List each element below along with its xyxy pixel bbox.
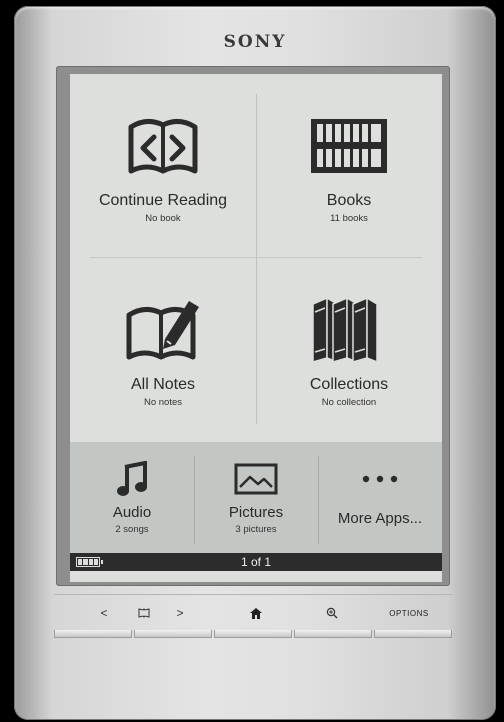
status-bar: 1 of 1 bbox=[70, 553, 442, 571]
tile-continue-reading[interactable]: Continue Reading No book bbox=[70, 74, 256, 258]
tile-all-notes[interactable]: All Notes No notes bbox=[70, 258, 256, 442]
zoom-icon bbox=[326, 607, 338, 619]
app-label: More Apps... bbox=[337, 510, 423, 527]
tile-sublabel: 11 books bbox=[330, 213, 368, 224]
app-label: Pictures bbox=[228, 504, 284, 521]
app-label: Audio bbox=[112, 504, 152, 521]
prev-page-button[interactable]: < bbox=[96, 603, 112, 623]
tile-label: Continue Reading bbox=[98, 192, 228, 209]
options-button[interactable]: OPTIONS bbox=[384, 603, 434, 623]
open-book-arrows-icon bbox=[121, 110, 205, 180]
picture-icon bbox=[234, 460, 278, 498]
standing-books-icon bbox=[307, 294, 391, 364]
home-button[interactable] bbox=[246, 603, 266, 623]
app-pictures[interactable]: Pictures 3 pictures bbox=[194, 442, 318, 553]
tile-label: All Notes bbox=[130, 376, 196, 393]
tile-sublabel: No collection bbox=[321, 397, 377, 408]
app-more-apps[interactable]: More Apps... bbox=[318, 442, 442, 553]
home-screen: Continue Reading No book Books 11 books … bbox=[70, 74, 442, 582]
next-page-button[interactable]: > bbox=[172, 603, 188, 623]
key-edge bbox=[374, 630, 452, 638]
key-edge bbox=[134, 630, 212, 638]
page-indicator: 1 of 1 bbox=[240, 555, 272, 569]
home-icon bbox=[250, 607, 262, 619]
app-sublabel: 3 pictures bbox=[235, 524, 277, 535]
hardware-keys bbox=[54, 630, 452, 640]
tile-sublabel: No book bbox=[145, 213, 181, 224]
apps-row: Audio 2 songs Pictures 3 pictures More A… bbox=[70, 442, 442, 553]
app-audio[interactable]: Audio 2 songs bbox=[70, 442, 194, 553]
tile-collections[interactable]: Collections No collection bbox=[256, 258, 442, 442]
tile-books[interactable]: Books 11 books bbox=[256, 74, 442, 258]
bookmark-button[interactable] bbox=[134, 603, 154, 623]
key-edge bbox=[214, 630, 292, 638]
zoom-button[interactable] bbox=[322, 603, 342, 623]
bookmark-icon bbox=[138, 608, 150, 618]
bookshelf-icon bbox=[307, 110, 391, 180]
more-dots-icon bbox=[360, 460, 400, 498]
home-grid: Continue Reading No book Books 11 books … bbox=[70, 74, 442, 442]
tile-label: Books bbox=[326, 192, 372, 209]
app-sublabel: 2 songs bbox=[115, 524, 149, 535]
brand-logo: SONY bbox=[223, 32, 287, 52]
hardware-button-bar: < > OPTIONS bbox=[54, 594, 452, 630]
music-note-icon bbox=[117, 460, 147, 498]
battery-icon bbox=[76, 557, 103, 567]
tile-sublabel: No notes bbox=[143, 397, 183, 408]
tile-label: Collections bbox=[309, 376, 389, 393]
book-pen-icon bbox=[121, 294, 205, 364]
key-edge bbox=[54, 630, 132, 638]
key-edge bbox=[294, 630, 372, 638]
